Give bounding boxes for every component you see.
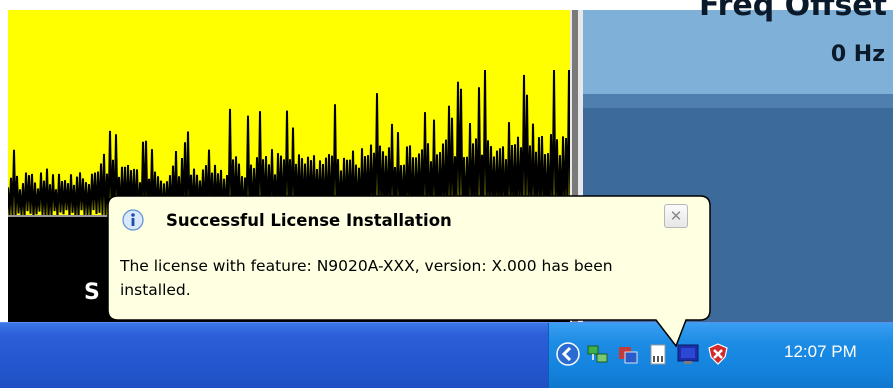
notification-balloon[interactable]: Successful License Installation The lice… [110, 198, 710, 320]
notification-title: Successful License Installation [166, 211, 452, 230]
desktop-screen: S Freq Offset 0 Hz 12:07 PM Successful L… [0, 0, 893, 388]
close-button[interactable]: ✕ [664, 204, 688, 228]
info-icon [122, 209, 144, 231]
notification-balloon-shape [107, 195, 711, 348]
notification-message: The license with feature: N9020A-XXX, ve… [120, 257, 613, 299]
